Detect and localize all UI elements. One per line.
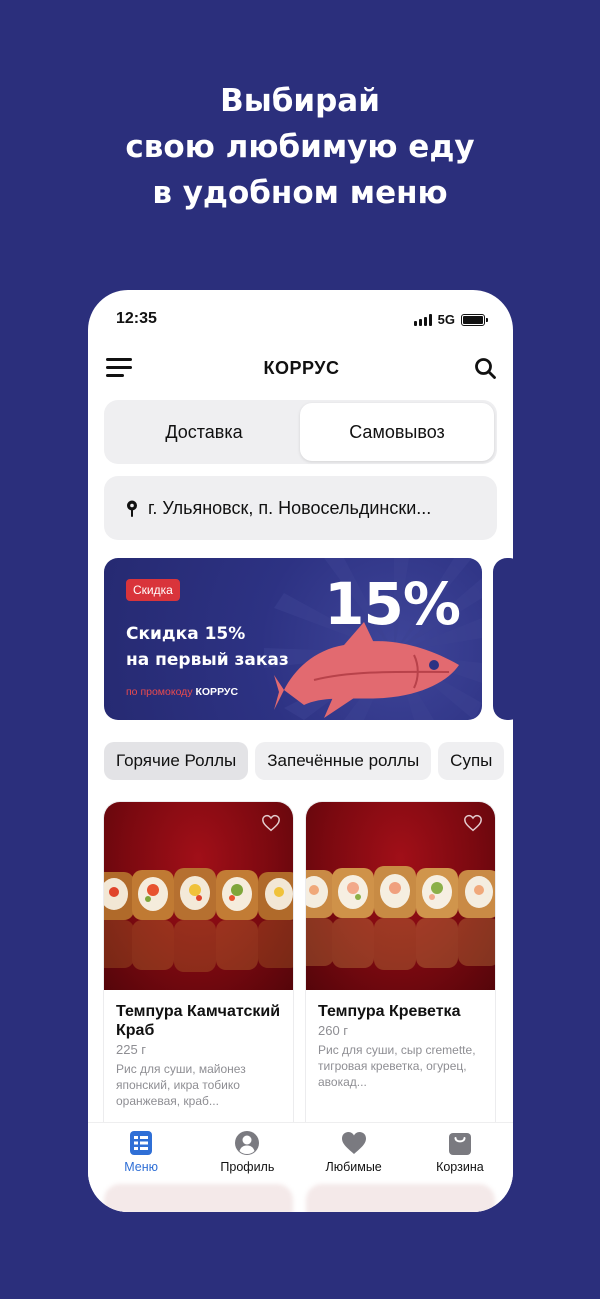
tab-cart[interactable]: Корзина	[407, 1123, 513, 1182]
tab-favorites[interactable]: Любимые	[301, 1123, 407, 1182]
product-photo	[104, 802, 293, 990]
pickup-option[interactable]: Самовывоз	[300, 403, 494, 461]
network-type: 5G	[437, 312, 455, 327]
product-photo	[306, 802, 495, 990]
product-description: Рис для суши, майонез японский, икра тоб…	[116, 1062, 246, 1108]
category-chip[interactable]: Запечённые роллы	[255, 742, 432, 780]
delivery-mode-toggle: Доставка Самовывоз	[104, 400, 497, 464]
app-bar: КОРРУС	[106, 354, 497, 384]
profile-icon	[235, 1131, 260, 1155]
discount-percent: 15%	[324, 570, 461, 638]
promo-code-text: по промокоду КОРРУС	[126, 686, 238, 698]
tab-profile[interactable]: Профиль	[194, 1123, 300, 1182]
promo-headline-line: Выбирай	[220, 83, 380, 119]
promo-headline: Выбирай свою любимую еду в удобном меню	[0, 78, 600, 216]
promo-code-prefix: по промокоду	[126, 686, 196, 698]
status-time: 12:35	[116, 310, 157, 327]
search-icon[interactable]	[473, 356, 497, 380]
banner-title-line: на первый заказ	[126, 650, 289, 670]
promo-headline-line: свою любимую еду	[125, 129, 475, 165]
category-chip[interactable]: Горячие Роллы	[104, 742, 249, 780]
bottom-tab-bar: Меню Профиль Любимые Корзина	[88, 1122, 513, 1182]
discount-badge: Скидка	[126, 579, 180, 601]
tab-label: Любимые	[325, 1160, 382, 1174]
promo-headline-line: в удобном меню	[152, 175, 448, 211]
product-name: Темпура Креветка	[318, 1003, 461, 1020]
next-product-card-peek	[306, 1184, 495, 1212]
location-pin-icon	[127, 500, 137, 517]
battery-icon	[461, 313, 488, 326]
tab-label: Корзина	[436, 1160, 484, 1174]
signal-icon	[413, 313, 432, 326]
menu-list-icon	[130, 1131, 153, 1155]
address-text: г. Ульяновск, п. Новосельдински...	[148, 497, 432, 518]
tab-menu[interactable]: Меню	[88, 1123, 194, 1182]
phone-screen: 12:35 5G КОРРУС Доставка Самовывоз г. Ул…	[88, 290, 513, 1212]
app-title: КОРРУС	[263, 358, 340, 378]
favorite-heart-icon[interactable]	[261, 814, 281, 832]
product-card[interactable]: Темпура Камчатский Краб 225 г Рис для су…	[104, 802, 293, 1142]
product-description: Рис для суши, сыр cremette, тигровая кре…	[318, 1043, 476, 1089]
next-product-card-peek	[104, 1184, 293, 1212]
favorite-heart-icon[interactable]	[463, 814, 483, 832]
promo-code: КОРРУС	[195, 686, 239, 698]
next-banner-peek[interactable]	[493, 558, 513, 720]
status-bar: 12:35 5G	[116, 310, 488, 330]
address-field[interactable]: г. Ульяновск, п. Новосельдински...	[104, 476, 497, 540]
delivery-option[interactable]: Доставка	[107, 403, 301, 461]
bag-icon	[448, 1133, 471, 1155]
category-chip[interactable]: Супы	[438, 742, 505, 780]
banner-title-line: Скидка 15%	[126, 624, 246, 644]
tab-label: Меню	[124, 1160, 159, 1174]
product-weight: 225 г	[116, 1042, 147, 1057]
heart-icon	[341, 1132, 366, 1154]
product-card[interactable]: Темпура Креветка 260 г Рис для суши, сыр…	[306, 802, 495, 1142]
promo-banner[interactable]: Скидка Скидка 15% на первый заказ по про…	[104, 558, 482, 720]
banner-title: Скидка 15% на первый заказ	[126, 621, 289, 673]
product-weight: 260 г	[318, 1023, 349, 1038]
product-name: Темпура Камчатский Краб	[116, 1003, 281, 1039]
category-chips: Горячие Роллы Запечённые роллы Супы	[104, 742, 513, 782]
tab-label: Профиль	[220, 1160, 275, 1174]
